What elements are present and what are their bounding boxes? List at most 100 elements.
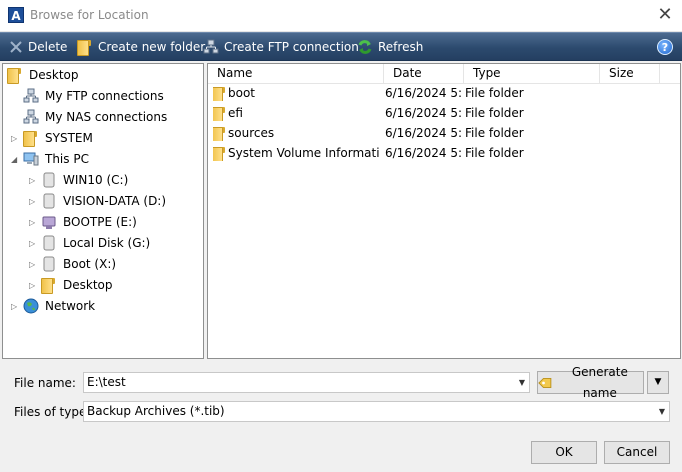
tree-item-this-pc[interactable]: ◢ This PC [11,149,89,169]
expand-arrow-icon[interactable]: ▷ [29,260,38,269]
folder-icon [213,87,225,101]
expand-arrow-icon[interactable]: ▷ [29,281,38,290]
file-name: efi [228,106,243,120]
file-date: 6/16/2024 5:... [385,146,463,160]
create-ftp-connection-button[interactable]: Create FTP connection [203,33,359,61]
chevron-down-icon: ▼ [654,377,662,387]
ok-button[interactable]: OK [531,441,597,464]
file-name: System Volume Information [228,146,380,160]
folder-icon [213,107,225,121]
folder-icon [23,130,39,146]
expand-arrow-icon[interactable]: ▷ [29,176,38,185]
generate-name-dropdown[interactable]: ▼ [647,371,669,394]
generate-name-label: Generate name [571,364,628,400]
tree-item-label: This PC [45,152,89,166]
expand-arrow-icon[interactable]: ▷ [29,218,38,227]
cancel-label: Cancel [616,445,658,459]
file-name-label: File name: [14,376,76,390]
file-type: File folder [465,86,524,100]
files-of-type-select[interactable]: Backup Archives (*.tib) ▼ [83,401,670,422]
file-type: File folder [465,106,524,120]
network-share-icon [23,88,39,103]
network-share-icon [23,109,39,124]
create-new-folder-button[interactable]: Create new folder [78,33,205,61]
tree-item-win10-c[interactable]: ▷ WIN10 (C:) [29,170,129,190]
column-header-date[interactable]: Date [384,64,464,84]
files-of-type-label: Files of type: [14,405,91,419]
drive-icon [43,256,55,272]
expand-arrow-icon[interactable]: ▷ [29,197,38,206]
file-list: Name Date Type Size boot 6/16/2024 5:...… [207,63,681,359]
tag-icon [538,377,552,388]
file-date: 6/16/2024 5:... [385,86,463,100]
tree-item-label: My NAS connections [45,110,168,124]
globe-icon [23,298,39,314]
tree-item-local-disk-g[interactable]: ▷ Local Disk (G:) [29,233,151,253]
delete-x-icon [10,41,22,53]
file-name: sources [228,126,275,140]
file-type: File folder [465,146,524,160]
file-row[interactable]: System Volume Information 6/16/2024 5:..… [208,143,680,163]
file-row[interactable]: sources 6/16/2024 5:... File folder [208,123,680,143]
folder-icon [79,40,91,54]
file-row[interactable]: boot 6/16/2024 5:... File folder [208,83,680,103]
folder-icon [213,147,225,161]
file-name-input[interactable]: E:\test ▼ [83,372,530,393]
tree-item-label: SYSTEM [45,131,93,145]
tree-item-label: Network [45,299,96,313]
usb-drive-icon [42,216,56,229]
tree-item-label: VISION-DATA (D:) [63,194,167,208]
tree-item-my-nas-connections[interactable]: My NAS connections [23,107,167,127]
delete-button[interactable]: Delete [9,33,67,61]
expand-arrow-icon[interactable]: ▷ [29,239,38,248]
drive-icon [43,193,55,209]
title-bar: A Browse for Location ✕ [0,0,682,32]
tree-item-label: Local Disk (G:) [63,236,151,250]
chevron-down-icon[interactable]: ▼ [659,402,665,421]
chevron-down-icon[interactable]: ▼ [519,373,525,392]
expand-arrow-icon[interactable]: ▷ [11,134,20,143]
column-header-name[interactable]: Name [208,64,384,84]
collapse-arrow-icon[interactable]: ◢ [11,155,20,164]
refresh-icon [358,40,372,54]
tree-item-network[interactable]: ▷ Network [11,296,96,316]
column-header-filler [660,64,680,84]
tree-item-label: BOOTPE (E:) [63,215,137,229]
file-row[interactable]: efi 6/16/2024 5:... File folder [208,103,680,123]
column-header-size[interactable]: Size [600,64,660,84]
tree-item-desktop[interactable]: Desktop [7,65,79,85]
help-icon[interactable]: ? [657,39,673,55]
column-header-type[interactable]: Type [464,64,600,84]
refresh-button[interactable]: Refresh [357,33,423,61]
tree-item-label: My FTP connections [45,89,164,103]
file-name-value: E:\test [87,375,126,389]
tree-item-system[interactable]: ▷ SYSTEM [11,128,93,148]
tree-item-boot-x[interactable]: ▷ Boot (X:) [29,254,117,274]
file-name: boot [228,86,256,100]
folder-icon [7,67,23,83]
file-date: 6/16/2024 5:... [385,126,463,140]
expand-arrow-icon[interactable]: ▷ [11,302,20,311]
cancel-button[interactable]: Cancel [604,441,670,464]
tree-item-vision-data-d[interactable]: ▷ VISION-DATA (D:) [29,191,167,211]
create-new-folder-label: Create new folder [98,40,206,54]
app-logo-icon: A [8,7,24,23]
generate-name-button[interactable]: Generate name [537,365,644,400]
window-title: Browse for Location [30,8,149,22]
close-icon[interactable]: ✕ [656,6,674,24]
tree-item-label: WIN10 (C:) [63,173,129,187]
drive-icon [43,235,55,251]
tree-item-desktop-sub[interactable]: ▷ Desktop [29,275,113,295]
folder-icon [213,127,225,141]
folder-tree: Desktop My FTP connections My NAS connec… [2,63,204,359]
computer-icon [23,152,39,166]
network-share-icon [203,39,219,54]
file-date: 6/16/2024 5:... [385,106,463,120]
tree-item-label: Desktop [63,278,113,292]
folder-icon [41,277,57,293]
create-ftp-connection-label: Create FTP connection [224,40,359,54]
tree-item-bootpe-e[interactable]: ▷ BOOTPE (E:) [29,212,137,232]
toolbar: Delete Create new folder Create FTP conn… [0,32,682,61]
tree-item-my-ftp-connections[interactable]: My FTP connections [23,86,164,106]
tree-item-label: Boot (X:) [63,257,117,271]
